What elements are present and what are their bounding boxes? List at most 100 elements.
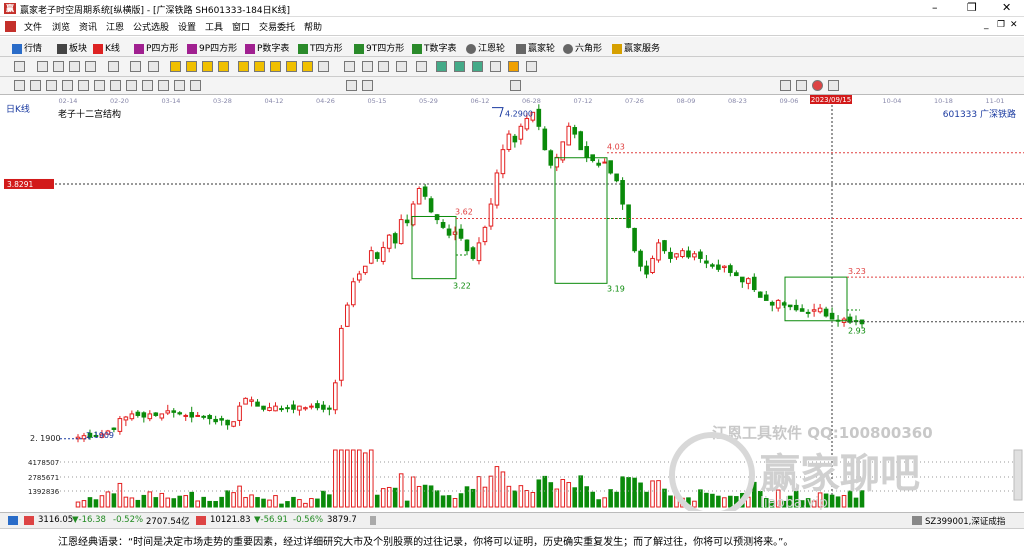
maximize-button[interactable]: ❐: [967, 1, 977, 14]
candle-body: [273, 405, 278, 412]
next-icon[interactable]: [218, 61, 229, 72]
quote-button[interactable]: 行情: [12, 41, 42, 54]
menu-help[interactable]: 帮助: [304, 20, 322, 33]
diamond4-icon[interactable]: [286, 61, 297, 72]
p-number-icon: [245, 43, 255, 54]
infinity-icon[interactable]: [828, 80, 839, 91]
volume-bar: [141, 494, 147, 508]
inner-minimize-button[interactable]: _: [984, 20, 989, 30]
hand-icon[interactable]: [344, 61, 355, 72]
diamond5-icon[interactable]: [302, 61, 313, 72]
kline-chart-panel[interactable]: 02-14 02-20 03-14 03-28 04-12 04-26 05-15 05-29…: [0, 95, 1024, 511]
chart-layout-icon[interactable]: [14, 80, 25, 91]
winner-service-button[interactable]: 赢家服务: [612, 41, 660, 54]
volume-bar: [219, 496, 224, 508]
table-icon[interactable]: [780, 80, 791, 91]
menu-trade[interactable]: 交易委托: [259, 20, 295, 33]
channel-icon[interactable]: [158, 80, 169, 91]
menu-settings[interactable]: 设置: [178, 20, 196, 33]
sz-flag-icon: [196, 516, 206, 525]
menu-tools[interactable]: 工具: [205, 20, 223, 33]
candle-body: [793, 304, 799, 311]
crosshair-icon[interactable]: [362, 61, 373, 72]
fan-icon[interactable]: [62, 80, 73, 91]
calc-icon[interactable]: [416, 61, 427, 72]
volume-bar: [261, 498, 266, 508]
diamond-icon[interactable]: [238, 61, 249, 72]
bars3-icon[interactable]: [85, 61, 96, 72]
chart-type-icon[interactable]: [796, 80, 807, 91]
cursor-icon[interactable]: [378, 61, 389, 72]
truck-icon[interactable]: [490, 61, 501, 72]
color-wheel-icon[interactable]: [812, 80, 823, 91]
date-tick-label: 04-26: [316, 97, 335, 105]
inner-close-button[interactable]: ✕: [1010, 20, 1018, 30]
list-icon[interactable]: [37, 61, 48, 72]
brush-icon[interactable]: [142, 80, 153, 91]
square-icon[interactable]: [126, 80, 137, 91]
menu-window[interactable]: 窗口: [232, 20, 250, 33]
arc-icon[interactable]: [94, 80, 105, 91]
menu-info[interactable]: 资讯: [79, 20, 97, 33]
tag-icon[interactable]: [508, 61, 519, 72]
prev-icon[interactable]: [202, 61, 213, 72]
grid3-icon[interactable]: [526, 61, 537, 72]
flag-icon[interactable]: [130, 61, 141, 72]
print-icon[interactable]: [472, 61, 483, 72]
hexagon-button[interactable]: 六角形: [563, 41, 602, 54]
chart-tool2-icon[interactable]: [190, 80, 201, 91]
bars-icon[interactable]: [53, 61, 64, 72]
t-number-table-button[interactable]: T数字表: [412, 41, 457, 54]
menu-gann[interactable]: 江恩: [106, 20, 124, 33]
fib-icon[interactable]: [46, 80, 57, 91]
price-annotation: 2.1909: [86, 431, 114, 440]
menu-file[interactable]: 文件: [24, 20, 42, 33]
angle-icon[interactable]: [362, 80, 373, 91]
diamond2-icon[interactable]: [254, 61, 265, 72]
sector-button[interactable]: 板块: [57, 41, 87, 54]
minimize-button[interactable]: –: [932, 1, 938, 14]
candle-body: [177, 412, 183, 415]
9p-square-button[interactable]: 9P四方形: [187, 41, 237, 54]
9t-square-button[interactable]: 9T四方形: [354, 41, 404, 54]
p-number-table-button[interactable]: P数字表: [245, 41, 289, 54]
volume-bar: [704, 492, 709, 508]
watermark-url: liaoba.vip: [760, 495, 828, 511]
candle-body: [434, 214, 440, 221]
gann-wheel-button[interactable]: 江恩轮: [466, 41, 505, 54]
watermark-brand: 赢家聊吧: [760, 451, 920, 497]
volume-bar: [710, 493, 715, 508]
scroll-indicator[interactable]: [370, 516, 376, 525]
play-icon[interactable]: [148, 61, 159, 72]
first-icon[interactable]: [170, 61, 181, 72]
p-square-button[interactable]: P四方形: [134, 41, 178, 54]
measure-icon[interactable]: [346, 80, 357, 91]
last-icon[interactable]: [186, 61, 197, 72]
menu-browse[interactable]: 浏览: [52, 20, 70, 33]
volume-tick-label: 2785671: [28, 474, 59, 482]
kline-chart-svg[interactable]: 02-14 02-20 03-14 03-28 04-12 04-26 05-15 05-29…: [0, 95, 1024, 511]
tool-icon[interactable]: [396, 61, 407, 72]
t-square-button[interactable]: T四方形: [298, 41, 343, 54]
close-button[interactable]: ✕: [1002, 1, 1011, 14]
percent-icon[interactable]: [510, 80, 521, 91]
candle-body: [554, 156, 560, 168]
menu-logo-icon: [5, 21, 16, 32]
sh-flag-icon: [24, 516, 34, 525]
menu-formula[interactable]: 公式选股: [133, 20, 169, 33]
grid2-icon[interactable]: [318, 61, 329, 72]
kline-button[interactable]: K线: [93, 41, 120, 54]
price-annotation: 3.19: [607, 284, 625, 293]
line-icon[interactable]: [30, 80, 41, 91]
chart-tool-icon[interactable]: [174, 80, 185, 91]
diamond3-icon[interactable]: [270, 61, 281, 72]
zero-icon[interactable]: [108, 61, 119, 72]
grid4-icon[interactable]: [110, 80, 121, 91]
save-icon[interactable]: [454, 61, 465, 72]
layout-icon[interactable]: [14, 61, 25, 72]
bars2-icon[interactable]: [69, 61, 80, 72]
inner-restore-button[interactable]: ❐: [997, 20, 1005, 30]
cycle-icon[interactable]: [78, 80, 89, 91]
winner-wheel-button[interactable]: 赢家轮: [516, 41, 555, 54]
screen-icon[interactable]: [436, 61, 447, 72]
